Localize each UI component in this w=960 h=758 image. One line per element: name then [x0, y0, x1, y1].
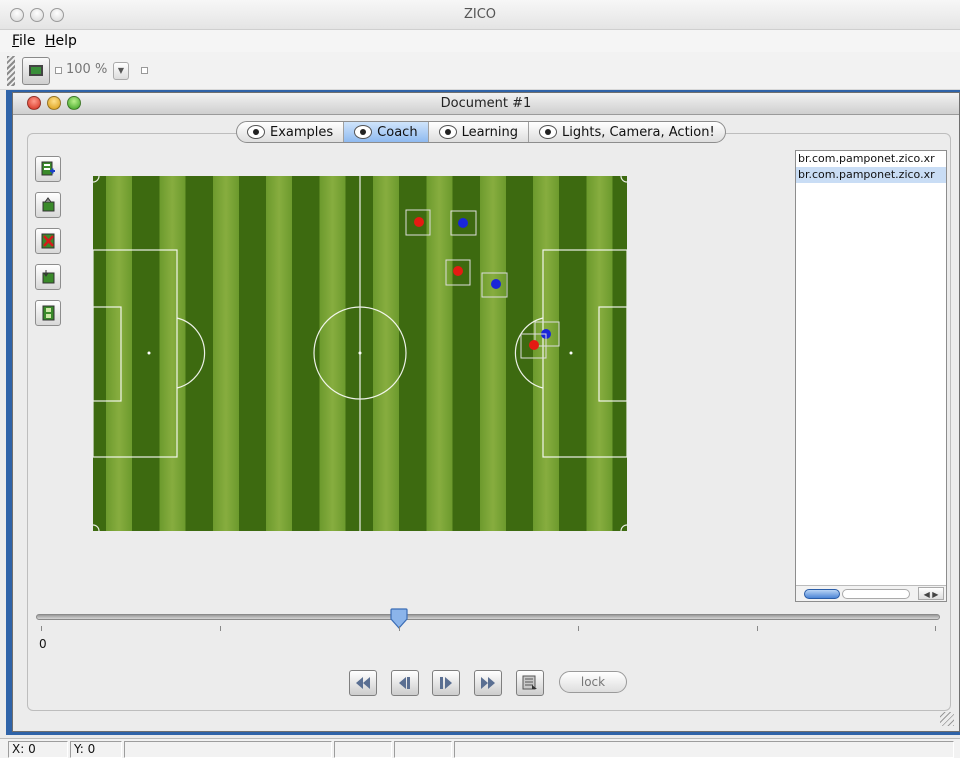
- scrollbar-track[interactable]: [842, 589, 910, 599]
- tab-learning[interactable]: Learning: [429, 122, 529, 142]
- list-item[interactable]: br.com.pamponet.zico.xr: [796, 167, 946, 183]
- player-red[interactable]: [405, 209, 431, 236]
- menu-help-label: elp: [55, 33, 77, 49]
- save-button[interactable]: [35, 264, 61, 290]
- players-layer: [405, 209, 560, 359]
- status-x: X: 0: [8, 741, 68, 758]
- list-item[interactable]: br.com.pamponet.zico.xr: [796, 151, 946, 167]
- record-icon: [522, 675, 537, 690]
- film-button[interactable]: [35, 300, 61, 326]
- app-root: ZICO File Help 100 % ▼ Document #1 Examp…: [0, 0, 960, 758]
- menu-help-mnemonic: H: [45, 33, 56, 49]
- timeline-tick: [399, 626, 400, 631]
- status-cell: [334, 741, 392, 758]
- tab-examples[interactable]: Examples: [237, 122, 345, 142]
- step-back-button[interactable]: [391, 670, 419, 696]
- window-titlebar: ZICO: [0, 0, 960, 30]
- mode-tabs: Examples Coach Learning Lights, Camera, …: [236, 121, 726, 143]
- toolbar-grip[interactable]: [7, 56, 15, 86]
- soccer-ball-icon: [438, 125, 457, 139]
- soccer-ball-icon: [539, 125, 557, 139]
- menu-bar: File Help: [0, 30, 960, 52]
- menu-help[interactable]: Help: [45, 33, 77, 49]
- tab-lights-label: Lights, Camera, Action!: [562, 124, 715, 140]
- document-title: Document #1: [440, 96, 532, 111]
- status-cell: [124, 741, 332, 758]
- film-icon: [42, 305, 55, 321]
- timeline-tick: [41, 626, 42, 631]
- tab-examples-label: Examples: [270, 124, 334, 140]
- open-icon: [42, 197, 55, 212]
- tab-learning-label: Learning: [461, 124, 518, 140]
- delete-icon: [41, 233, 55, 249]
- tab-lights-camera-action[interactable]: Lights, Camera, Action!: [529, 122, 725, 142]
- scroll-arrows-icon[interactable]: ◀ ▶: [918, 587, 944, 600]
- zoom-checkbox[interactable]: [55, 67, 62, 74]
- step-back-icon: [399, 677, 410, 689]
- menu-file-label: ile: [19, 33, 36, 49]
- zoom-field[interactable]: 100 %: [66, 62, 107, 77]
- add-document-icon: [41, 161, 55, 176]
- toolbar-checkbox[interactable]: [141, 67, 148, 74]
- rewind-icon: [356, 677, 370, 689]
- soccer-field[interactable]: [93, 176, 627, 531]
- tab-coach[interactable]: Coach: [344, 122, 429, 142]
- zoom-dropdown-button[interactable]: ▼: [113, 62, 129, 80]
- soccer-ball-icon: [354, 125, 373, 139]
- tab-coach-label: Coach: [377, 124, 418, 140]
- lock-button[interactable]: lock: [559, 671, 627, 693]
- player-red[interactable]: [445, 259, 471, 286]
- add-document-button[interactable]: [35, 156, 61, 182]
- timeline-tick: [578, 626, 579, 631]
- open-button[interactable]: [35, 192, 61, 218]
- player-blue[interactable]: [481, 272, 508, 298]
- scrollbar-thumb[interactable]: [804, 589, 840, 599]
- status-y: Y: 0: [70, 741, 122, 758]
- delete-button[interactable]: [35, 228, 61, 254]
- timeline-label: 0: [39, 637, 47, 651]
- resize-grip[interactable]: [940, 712, 954, 726]
- window-title: ZICO: [463, 7, 497, 22]
- soccer-ball-icon: [247, 125, 265, 139]
- player-blue[interactable]: [450, 210, 477, 236]
- toolbar: 100 % ▼: [0, 52, 960, 90]
- timeline-slider-track[interactable]: [36, 614, 940, 620]
- timeline-tick: [935, 626, 936, 631]
- menu-file-mnemonic: F: [12, 33, 20, 49]
- rewind-button[interactable]: [349, 670, 377, 696]
- monitor-icon: [29, 65, 43, 76]
- step-forward-icon: [440, 677, 452, 689]
- save-icon: [42, 270, 55, 284]
- file-list[interactable]: br.com.pamponet.zico.xr br.com.pamponet.…: [795, 150, 947, 602]
- menu-file[interactable]: File: [12, 33, 35, 49]
- record-button[interactable]: [516, 670, 544, 696]
- document-titlebar: Document #1: [13, 93, 959, 115]
- step-forward-button[interactable]: [432, 670, 460, 696]
- status-cell: [454, 741, 954, 758]
- status-cell: [394, 741, 452, 758]
- view-button[interactable]: [22, 57, 50, 85]
- fast-forward-button[interactable]: [474, 670, 502, 696]
- timeline-tick: [220, 626, 221, 631]
- status-bar: X: 0 Y: 0: [0, 738, 960, 758]
- horizontal-scrollbar[interactable]: ◀ ▶: [796, 585, 946, 601]
- timeline-tick: [757, 626, 758, 631]
- fast-forward-icon: [481, 677, 495, 689]
